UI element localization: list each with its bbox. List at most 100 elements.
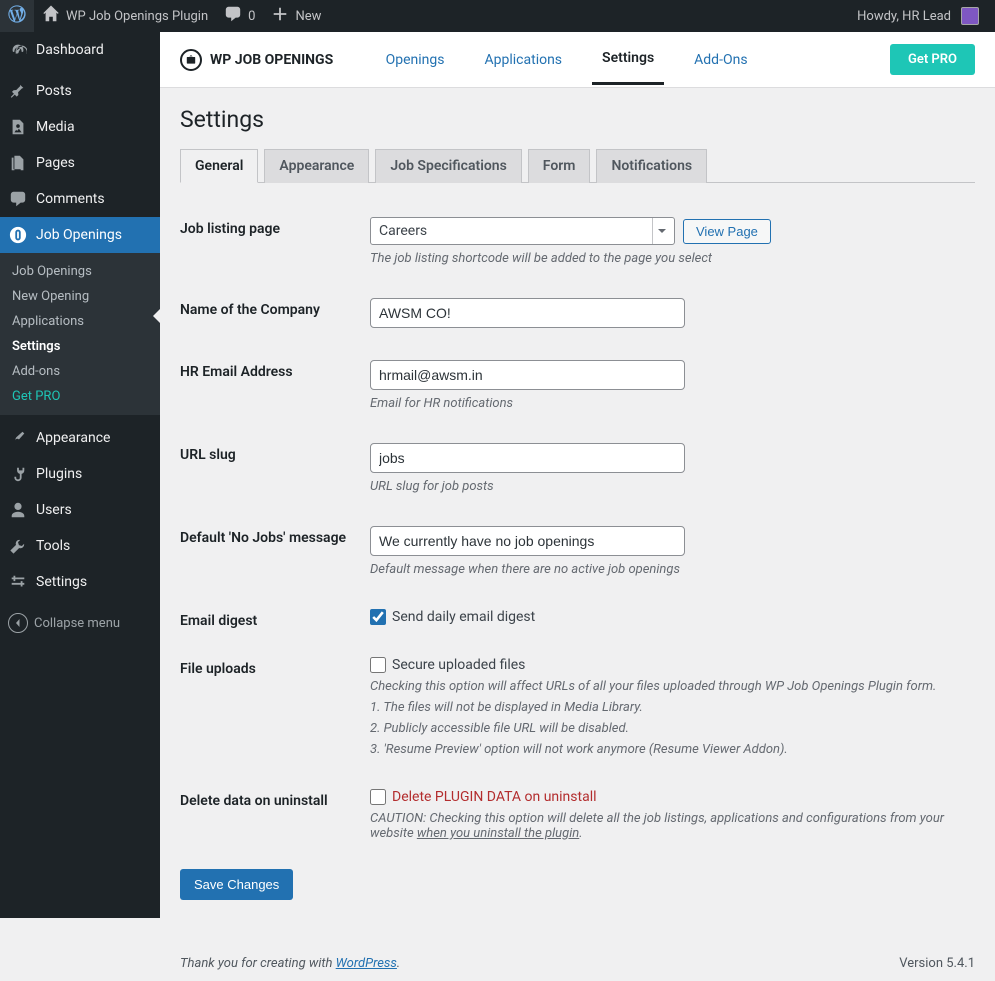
chevron-left-icon [8,613,28,633]
menu-pages[interactable]: Pages [0,145,160,181]
email-digest-checkbox[interactable] [370,609,386,625]
desc-secure-1: 1. The files will not be displayed in Me… [370,700,975,715]
settings-subtabs: General Appearance Job Specifications Fo… [180,149,975,183]
select-value: Careers [379,223,427,239]
plugin-header: WP JOB OPENINGS Openings Applications Se… [160,32,995,88]
menu-label: Appearance [36,430,110,446]
delete-data-checkbox-label[interactable]: Delete PLUGIN DATA on uninstall [370,789,975,805]
avatar [961,7,979,25]
wrench-icon [8,536,28,556]
site-name-label: WP Job Openings Plugin [66,9,208,24]
menu-media[interactable]: Media [0,109,160,145]
submenu-item-settings[interactable]: Settings [0,334,160,359]
desc-no-jobs: Default message when there are no active… [370,562,975,577]
tab-notifications[interactable]: Notifications [596,149,707,183]
menu-settings[interactable]: Settings [0,564,160,600]
menu-label: Users [36,502,72,518]
brush-icon [8,428,28,448]
get-pro-button[interactable]: Get PRO [890,44,975,75]
menu-job-openings[interactable]: Job Openings [0,217,160,253]
plus-icon [271,5,289,27]
save-changes-button[interactable]: Save Changes [180,869,293,900]
menu-label: Posts [36,83,72,99]
plugin-tab-applications[interactable]: Applications [475,34,573,86]
label-email-digest: Email digest [180,597,370,645]
admin-footer: Thank you for creating with WordPress. V… [160,940,995,981]
label-job-listing-page: Job listing page [180,205,370,286]
tab-general[interactable]: General [180,149,258,183]
secure-files-checkbox[interactable] [370,657,386,673]
footer-thanks: Thank you for creating with WordPress. [180,956,400,971]
submenu-item-addons[interactable]: Add-ons [0,359,160,384]
howdy-label: Howdy, HR Lead [857,9,951,24]
plugin-logo: WP JOB OPENINGS [180,49,333,71]
menu-plugins[interactable]: Plugins [0,456,160,492]
plugin-tab-openings[interactable]: Openings [376,34,455,86]
menu-comments[interactable]: Comments [0,181,160,217]
wordpress-link[interactable]: WordPress [336,956,397,971]
desc-secure-intro: Checking this option will affect URLs of… [370,679,975,694]
sliders-icon [8,572,28,592]
collapse-label: Collapse menu [34,616,120,631]
comments-menu[interactable]: 0 [216,0,263,32]
page-title: Settings [180,106,975,133]
menu-label: Plugins [36,466,82,482]
wp-logo-menu[interactable] [0,0,34,32]
briefcase-icon [180,49,202,71]
collapse-menu-button[interactable]: Collapse menu [0,605,160,641]
new-content-menu[interactable]: New [263,0,329,32]
desc-secure-3: 3. 'Resume Preview' option will not work… [370,742,975,757]
menu-appearance[interactable]: Appearance [0,420,160,456]
tab-job-specifications[interactable]: Job Specifications [375,149,521,183]
menu-users[interactable]: Users [0,492,160,528]
submenu-item-applications[interactable]: Applications [0,309,160,334]
home-icon [42,5,60,27]
plugin-tab-settings[interactable]: Settings [592,32,664,87]
desc-hr-email: Email for HR notifications [370,396,975,411]
no-jobs-message-input[interactable] [370,526,685,556]
desc-job-listing-page: The job listing shortcode will be added … [370,251,975,266]
menu-posts[interactable]: Posts [0,73,160,109]
label-url-slug: URL slug [180,431,370,514]
footer-version: Version 5.4.1 [899,956,975,971]
menu-tools[interactable]: Tools [0,528,160,564]
company-name-input[interactable] [370,298,685,328]
menu-dashboard[interactable]: Dashboard [0,32,160,68]
new-content-label: New [295,9,321,24]
desc-secure-2: 2. Publicly accessible file URL will be … [370,721,975,736]
url-slug-input[interactable] [370,443,685,473]
label-company-name: Name of the Company [180,286,370,348]
dashboard-icon [8,40,28,60]
checkbox-text: Secure uploaded files [392,657,525,673]
admin-sidebar: Dashboard Posts Media Pages Comments Job… [0,32,160,918]
tab-appearance[interactable]: Appearance [264,149,369,183]
menu-label: Dashboard [36,42,104,58]
menu-label: Job Openings [36,227,122,243]
delete-data-checkbox[interactable] [370,789,386,805]
plugin-tab-addons[interactable]: Add-Ons [684,34,757,86]
tab-form[interactable]: Form [528,149,591,183]
pin-icon [8,81,28,101]
menu-label: Comments [36,191,105,207]
secure-files-checkbox-label[interactable]: Secure uploaded files [370,657,975,673]
job-listing-page-select[interactable]: Careers [370,217,675,245]
desc-url-slug: URL slug for job posts [370,479,975,494]
comment-icon [224,5,242,27]
wordpress-icon [8,5,26,27]
my-account-menu[interactable]: Howdy, HR Lead [849,0,987,32]
menu-label: Tools [36,538,70,554]
email-digest-checkbox-label[interactable]: Send daily email digest [370,609,975,625]
pages-icon [8,153,28,173]
hr-email-input[interactable] [370,360,685,390]
view-page-button[interactable]: View Page [683,219,771,244]
label-hr-email: HR Email Address [180,348,370,431]
submenu-item-job-openings[interactable]: Job Openings [0,259,160,284]
site-name-menu[interactable]: WP Job Openings Plugin [34,0,216,32]
submenu-job-openings: Job Openings New Opening Applications Se… [0,253,160,415]
checkbox-text: Delete PLUGIN DATA on uninstall [392,789,597,805]
desc-delete-data: CAUTION: Checking this option will delet… [370,811,975,841]
submenu-item-getpro[interactable]: Get PRO [0,384,160,409]
submenu-item-new-opening[interactable]: New Opening [0,284,160,309]
user-icon [8,500,28,520]
comment-icon [8,189,28,209]
